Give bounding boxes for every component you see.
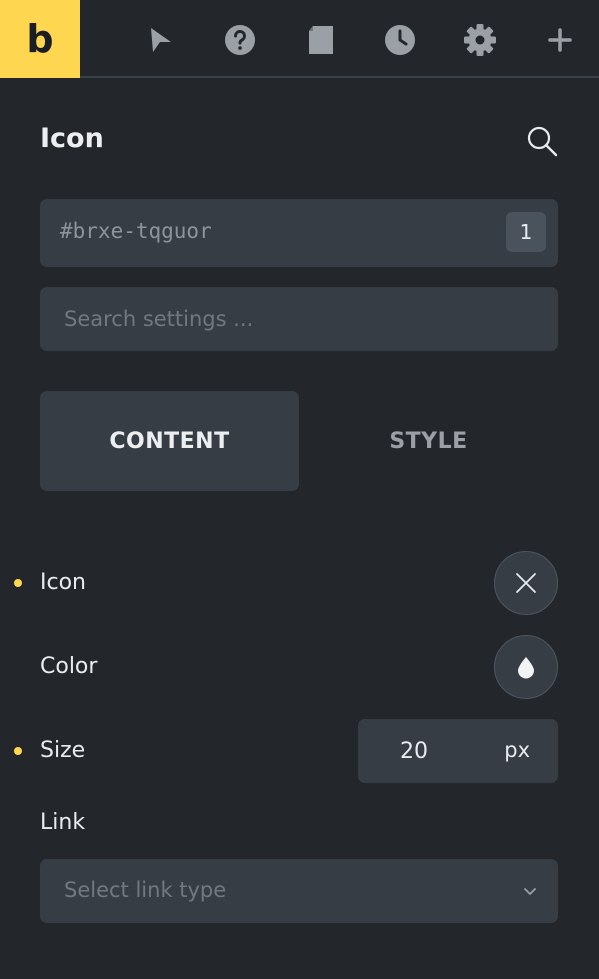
clear-icon-button[interactable] [494,551,558,615]
link-type-placeholder: Select link type [64,878,227,902]
color-label: Color [40,654,98,679]
bricks-logo[interactable]: b [0,0,80,78]
modified-indicator-dot [14,579,22,587]
top-toolbar: b [0,0,599,78]
search-icon[interactable] [522,121,562,161]
modified-indicator-dot [14,747,22,755]
cursor-icon[interactable] [140,20,180,60]
add-icon[interactable] [540,20,580,60]
element-id-text: #brxe-tqguor [60,219,212,243]
size-field: px [358,719,558,783]
panel-title: Icon [40,123,104,154]
settings-icon[interactable] [460,20,500,60]
tab-content[interactable]: CONTENT [40,391,299,491]
color-picker-button[interactable] [494,635,558,699]
close-icon [516,573,536,593]
droplet-icon [518,657,534,679]
icon-label: Icon [40,570,86,595]
history-icon[interactable] [380,20,420,60]
size-unit-selector[interactable]: px [504,738,530,762]
help-icon[interactable] [220,20,260,60]
link-label: Link [40,810,86,835]
link-type-select[interactable]: Select link type [40,859,558,923]
size-label: Size [40,738,86,763]
tab-style[interactable]: STYLE [299,391,558,491]
size-value-input[interactable] [358,719,470,783]
chevron-down-icon [524,888,536,895]
element-id-field[interactable]: #brxe-tqguor 1 [40,199,558,267]
element-count-badge: 1 [506,212,546,252]
search-settings-input[interactable] [40,287,558,351]
page-icon[interactable] [300,20,340,60]
